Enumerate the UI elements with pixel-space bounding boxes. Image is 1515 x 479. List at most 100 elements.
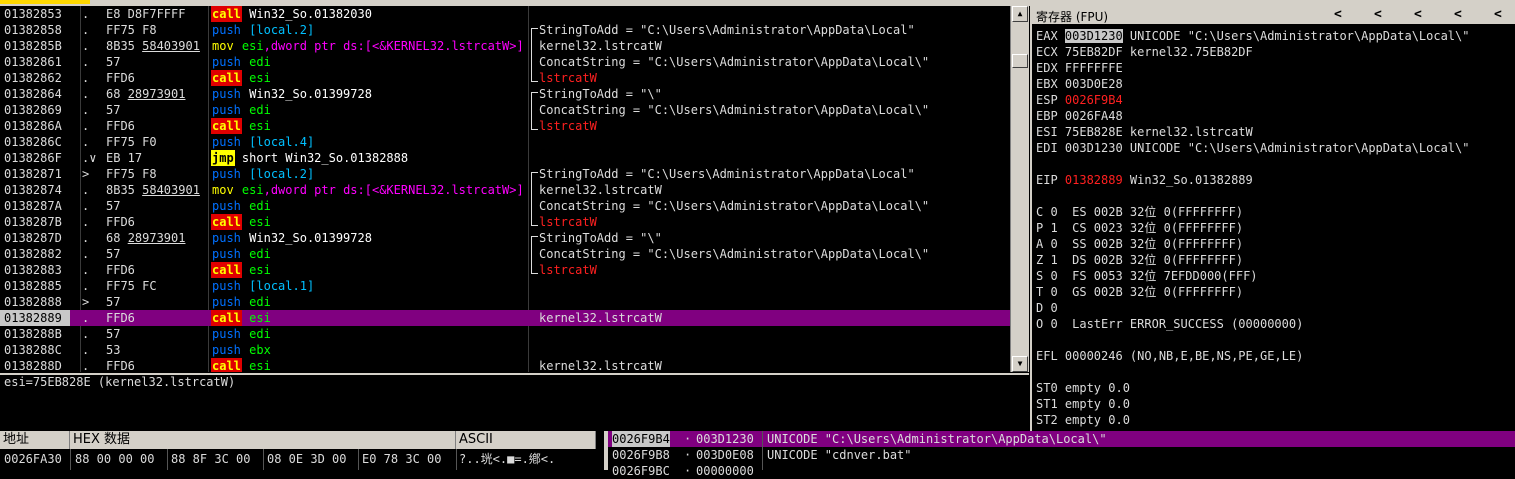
disasm-row[interactable]: 0138288C. 53 push ebx <box>0 342 1010 358</box>
register-line[interactable]: EDX FFFFFFFE <box>1036 60 1123 76</box>
instruction-cell[interactable]: call esi <box>211 310 527 326</box>
address-cell[interactable]: 0138286F <box>4 150 74 166</box>
registers-pane[interactable]: 寄存器 (FPU) < < < < < EAX 003D1230 UNICODE… <box>1030 6 1515 431</box>
address-cell[interactable]: 01382874 <box>4 182 74 198</box>
disasm-row[interactable]: 01382885. FF75 FC push [local.1] <box>0 278 1010 294</box>
disasm-row[interactable]: 0138286C. FF75 F0 push [local.4] <box>0 134 1010 150</box>
register-line[interactable]: EIP 01382889 Win32_So.01382889 <box>1036 172 1253 188</box>
register-line[interactable]: O 0 LastErr ERROR_SUCCESS (00000000) <box>1036 316 1303 332</box>
register-line[interactable]: EFL 00000246 (NO,NB,E,BE,NS,PE,GE,LE) <box>1036 348 1303 364</box>
address-cell[interactable]: 0138288B <box>4 326 74 342</box>
disasm-row[interactable]: 0138285B. 8B35 58403901 mov esi,dword ptr … <box>0 38 1010 54</box>
register-line[interactable]: D 0 <box>1036 300 1058 316</box>
scroll-up-button[interactable]: ▲ <box>1012 6 1028 22</box>
instruction-cell[interactable]: push [local.2] <box>211 166 527 182</box>
disasm-row[interactable]: 01382871 > FF75 F8 push [local.2] StringToAd… <box>0 166 1010 182</box>
register-line[interactable]: EAX 003D1230 UNICODE "C:\Users\Administr… <box>1036 28 1469 44</box>
scroll-thumb[interactable] <box>1012 54 1028 68</box>
stack-row[interactable]: 0026F9BC · 00000000 <box>608 463 1515 479</box>
instruction-cell[interactable]: push edi <box>211 246 527 262</box>
scroll-down-button[interactable]: ▼ <box>1012 356 1028 372</box>
disasm-row[interactable]: 01382882. 57 push edi ConcatString = "C:\Us… <box>0 246 1010 262</box>
address-cell[interactable]: 01382864 <box>4 86 74 102</box>
stack-pane[interactable]: 0026F9B4 · 003D1230 UNICODE "C:\Users\Admin… <box>604 431 1515 478</box>
disasm-row[interactable]: 01382869. 57 push edi ConcatString = "C:\Us… <box>0 102 1010 118</box>
register-line[interactable]: ST0 empty 0.0 <box>1036 380 1130 396</box>
disasm-row[interactable]: 0138286A. FFD6 call esi lstrcatW <box>0 118 1010 134</box>
disasm-row[interactable]: 01382858. FF75 F8 push [local.2] StringToAd… <box>0 22 1010 38</box>
address-cell[interactable]: 0138287A <box>4 198 74 214</box>
stack-row[interactable]: 0026F9B4 · 003D1230 UNICODE "C:\Users\Admin… <box>608 431 1515 447</box>
register-line[interactable]: ST1 empty 0.0 <box>1036 396 1130 412</box>
address-cell[interactable]: 01382885 <box>4 278 74 294</box>
register-line[interactable]: T 0 GS 002B 32位 0(FFFFFFFF) <box>1036 284 1243 300</box>
disasm-row[interactable]: 01382874. 8B35 58403901 mov esi,dword ptr … <box>0 182 1010 198</box>
address-cell[interactable]: 01382883 <box>4 262 74 278</box>
address-cell[interactable]: 01382871 <box>4 166 74 182</box>
disasm-row[interactable]: 01382888 >57 push edi <box>0 294 1010 310</box>
hex-dump-pane[interactable]: 地址 HEX 数据 ASCII 0026FA30 88 00 00 00 88 … <box>0 431 596 470</box>
address-cell[interactable]: 0138287B <box>4 214 74 230</box>
dump-header-address[interactable]: 地址 <box>0 431 70 449</box>
register-line[interactable]: Z 1 DS 002B 32位 0(FFFFFFFF) <box>1036 252 1243 268</box>
address-cell[interactable]: 01382858 <box>4 22 74 38</box>
instruction-cell[interactable]: push [local.1] <box>211 278 527 294</box>
instruction-cell[interactable]: push edi <box>211 54 527 70</box>
instruction-cell[interactable]: push [local.2] <box>211 22 527 38</box>
instruction-cell[interactable]: mov esi,dword ptr ds:[<&KERNEL32.lstrcat… <box>211 38 527 54</box>
register-line[interactable]: ESI 75EB828E kernel32.lstrcatW <box>1036 124 1253 140</box>
instruction-cell[interactable]: call esi <box>211 118 527 134</box>
disasm-row[interactable]: 0138287A. 57 push edi ConcatString = "C:\Us… <box>0 198 1010 214</box>
disasm-row[interactable]: 01382889. FFD6 call esi kernel32.lstrcatW <box>0 310 1010 326</box>
register-line[interactable]: EBP 0026FA48 <box>1036 108 1123 124</box>
register-line[interactable]: ECX 75EB82DF kernel32.75EB82DF <box>1036 44 1253 60</box>
disasm-row[interactable]: 0138287B. FFD6 call esi lstrcatW <box>0 214 1010 230</box>
scroll-left-arrow[interactable]: < <box>1454 7 1462 22</box>
register-line[interactable]: C 0 ES 002B 32位 0(FFFFFFFF) <box>1036 204 1243 220</box>
disasm-row[interactable]: 0138287D. 68 28973901 push Win32_So.013997… <box>0 230 1010 246</box>
address-cell[interactable]: 01382869 <box>4 102 74 118</box>
instruction-cell[interactable]: push [local.4] <box>211 134 527 150</box>
register-line[interactable]: ST2 empty 0.0 <box>1036 412 1130 428</box>
disasm-row[interactable]: 01382853. E8 D8F7FFFF call Win32_So.013820… <box>0 6 1010 22</box>
instruction-cell[interactable]: push Win32_So.01399728 <box>211 230 527 246</box>
instruction-cell[interactable]: push edi <box>211 198 527 214</box>
instruction-cell[interactable]: call esi <box>211 214 527 230</box>
address-cell[interactable]: 01382882 <box>4 246 74 262</box>
scroll-left-arrow[interactable]: < <box>1334 7 1342 22</box>
address-cell[interactable]: 0138286A <box>4 118 74 134</box>
disassembly-scrollbar[interactable]: ▲ ▼ <box>1010 6 1029 372</box>
register-line[interactable]: EDI 003D1230 UNICODE "C:\Users\Administr… <box>1036 140 1469 156</box>
instruction-cell[interactable]: mov esi,dword ptr ds:[<&KERNEL32.lstrcat… <box>211 182 527 198</box>
address-cell[interactable]: 0138288C <box>4 342 74 358</box>
stack-row[interactable]: 0026F9B8 · 003D0E08 UNICODE "cdnver.bat" <box>608 447 1515 463</box>
disasm-row[interactable]: 01382861. 57 push edi ConcatString = "C:\Us… <box>0 54 1010 70</box>
instruction-cell[interactable]: call esi <box>211 358 527 372</box>
address-cell[interactable]: 0138288D <box>4 358 74 372</box>
address-cell[interactable]: 01382862 <box>4 70 74 86</box>
scroll-left-arrow[interactable]: < <box>1374 7 1382 22</box>
instruction-cell[interactable]: push ebx <box>211 342 527 358</box>
register-line[interactable]: P 1 CS 0023 32位 0(FFFFFFFF) <box>1036 220 1243 236</box>
scroll-left-arrow[interactable]: < <box>1414 7 1422 22</box>
instruction-cell[interactable]: call Win32_So.01382030 <box>211 6 527 22</box>
register-line[interactable]: S 0 FS 0053 32位 7EFDD000(FFF) <box>1036 268 1258 284</box>
instruction-cell[interactable]: call esi <box>211 262 527 278</box>
scroll-left-arrow[interactable]: < <box>1494 7 1502 22</box>
disassembly-pane[interactable]: 01382853. E8 D8F7FFFF call Win32_So.013820… <box>0 6 1010 372</box>
disasm-row[interactable]: 0138288B. 57 push edi <box>0 326 1010 342</box>
address-cell[interactable]: 01382853 <box>4 6 74 22</box>
register-line[interactable]: A 0 SS 002B 32位 0(FFFFFFFF) <box>1036 236 1243 252</box>
address-cell[interactable]: 0138287D <box>4 230 74 246</box>
instruction-cell[interactable]: push edi <box>211 294 527 310</box>
instruction-cell[interactable]: call esi <box>211 70 527 86</box>
address-cell[interactable]: 01382888 <box>4 294 74 310</box>
address-cell[interactable]: 0138285B <box>4 38 74 54</box>
disasm-row[interactable]: 01382864. 68 28973901 push Win32_So.013997… <box>0 86 1010 102</box>
register-line[interactable]: ESP 0026F9B4 <box>1036 92 1123 108</box>
address-cell[interactable]: 01382861 <box>4 54 74 70</box>
dump-header-hex[interactable]: HEX 数据 <box>70 431 456 449</box>
instruction-cell[interactable]: push Win32_So.01399728 <box>211 86 527 102</box>
disasm-row[interactable]: 01382883. FFD6 call esi lstrcatW <box>0 262 1010 278</box>
instruction-cell[interactable]: push edi <box>211 102 527 118</box>
